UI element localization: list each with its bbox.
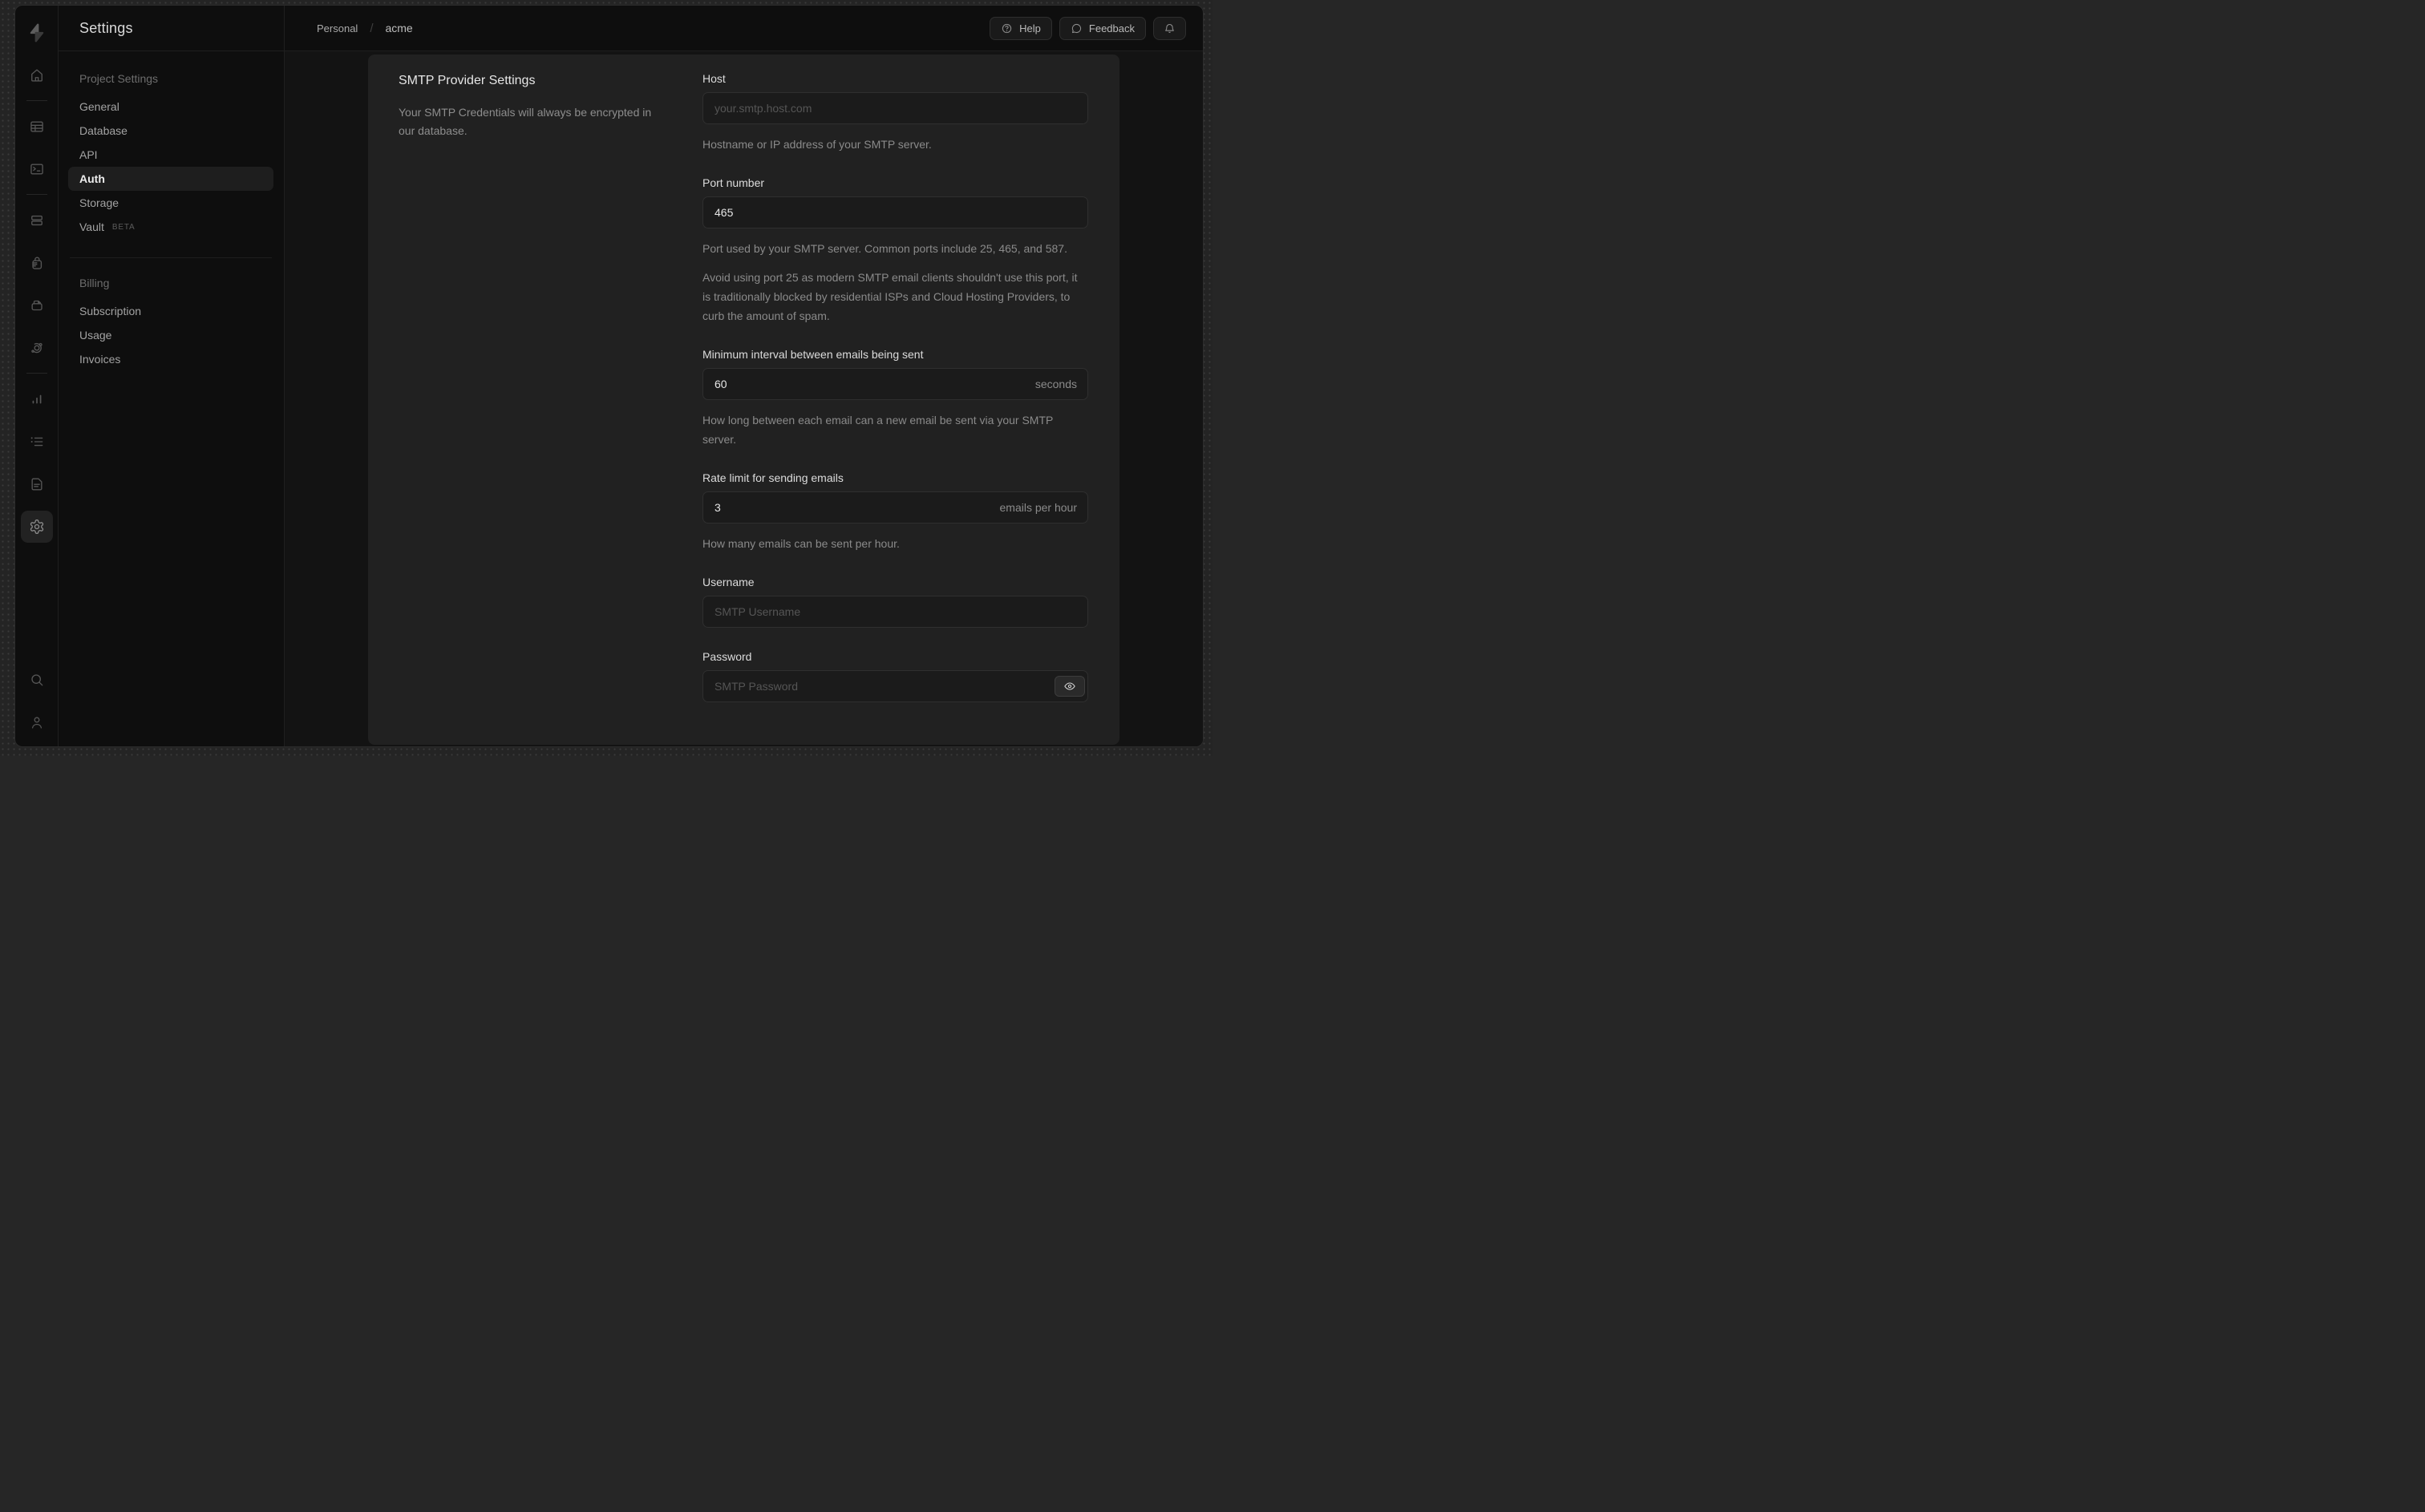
feedback-bubble-icon xyxy=(1071,23,1081,33)
menu-section-billing: Billing xyxy=(79,277,110,289)
desktop-background: Settings Project Settings General Databa… xyxy=(0,0,1212,756)
port-help: Port used by your SMTP server. Common po… xyxy=(702,242,1067,255)
password-input[interactable] xyxy=(702,670,1088,702)
app-window: Settings Project Settings General Databa… xyxy=(14,5,1204,747)
menu-divider xyxy=(70,257,272,258)
rail-divider xyxy=(26,100,47,101)
smtp-section-description: Your SMTP Credentials will always be enc… xyxy=(399,106,652,137)
topbar-actions: Help Feedback xyxy=(990,16,1186,40)
username-field-group: Username xyxy=(702,576,1088,628)
port-input[interactable] xyxy=(702,196,1088,228)
help-circle-icon xyxy=(1002,23,1012,33)
rate-limit-label: Rate limit for sending emails xyxy=(702,471,844,484)
page-title: Settings xyxy=(79,19,133,36)
breadcrumb: Personal / acme xyxy=(317,22,413,35)
sidebar-item-general[interactable]: General xyxy=(68,95,273,119)
rail-divider xyxy=(26,373,47,374)
project-settings-icon[interactable] xyxy=(20,511,53,543)
account-icon[interactable] xyxy=(21,706,53,738)
logs-icon[interactable] xyxy=(21,426,53,458)
sidebar-item-subscription[interactable]: Subscription xyxy=(68,299,273,323)
breadcrumb-separator: / xyxy=(370,21,374,35)
smtp-section-title: SMTP Provider Settings xyxy=(399,74,536,87)
rate-limit-field-group: Rate limit for sending emails emails per… xyxy=(702,471,1088,553)
host-input[interactable] xyxy=(702,92,1088,124)
rate-limit-help: How many emails can be sent per hour. xyxy=(702,537,900,550)
password-field-group: Password xyxy=(702,650,1088,702)
port-label: Port number xyxy=(702,176,765,189)
breadcrumb-org[interactable]: Personal xyxy=(317,22,358,34)
sidebar-item-storage[interactable]: Storage xyxy=(68,191,273,215)
username-label: Username xyxy=(702,576,755,588)
notifications-button[interactable] xyxy=(1153,16,1186,40)
settings-menu-list: Project Settings General Database API Au… xyxy=(59,51,284,371)
sidebar-item-api[interactable]: API xyxy=(68,143,273,167)
settings-sidebar-header: Settings xyxy=(59,6,284,51)
authentication-icon[interactable] xyxy=(21,247,53,279)
sidebar-item-usage[interactable]: Usage xyxy=(68,323,273,347)
database-icon[interactable] xyxy=(21,204,53,237)
sidebar-item-auth[interactable]: Auth xyxy=(68,167,273,191)
host-label: Host xyxy=(702,72,726,85)
content-area: SMTP Provider Settings Your SMTP Credent… xyxy=(285,51,1203,746)
smtp-settings-card: SMTP Provider Settings Your SMTP Credent… xyxy=(368,55,1119,745)
menu-section-project-settings: Project Settings xyxy=(79,72,159,85)
supabase-logo[interactable] xyxy=(21,17,53,49)
reports-icon[interactable] xyxy=(21,383,53,415)
sidebar-item-database[interactable]: Database xyxy=(68,119,273,143)
supabase-bolt-icon xyxy=(30,23,43,42)
rail-divider xyxy=(26,194,47,195)
search-icon[interactable] xyxy=(21,664,53,696)
breadcrumb-project[interactable]: acme xyxy=(385,22,412,34)
edge-functions-icon[interactable] xyxy=(21,332,53,364)
password-label: Password xyxy=(702,650,752,663)
reveal-password-button[interactable] xyxy=(1055,676,1085,697)
interval-input[interactable] xyxy=(702,368,1088,400)
sidebar-item-invoices[interactable]: Invoices xyxy=(68,347,273,371)
username-input[interactable] xyxy=(702,596,1088,628)
sql-editor-icon[interactable] xyxy=(21,153,53,185)
nav-rail xyxy=(15,6,59,746)
rate-limit-input[interactable] xyxy=(702,491,1088,524)
interval-field-group: Minimum interval between emails being se… xyxy=(702,348,1088,449)
port-field-group: Port number Port used by your SMTP serve… xyxy=(702,176,1088,325)
storage-icon[interactable] xyxy=(21,289,53,321)
main-column: Personal / acme Help Feedback SMTP Provi… xyxy=(285,6,1203,746)
help-button[interactable]: Help xyxy=(990,16,1052,40)
table-editor-icon[interactable] xyxy=(21,111,53,143)
settings-sidebar: Settings Project Settings General Databa… xyxy=(59,6,285,746)
interval-label: Minimum interval between emails being se… xyxy=(702,348,924,361)
bell-icon xyxy=(1165,23,1174,33)
home-icon[interactable] xyxy=(21,59,53,91)
host-field-group: Host Hostname or IP address of your SMTP… xyxy=(702,72,1088,154)
port-warning: Avoid using port 25 as modern SMTP email… xyxy=(702,271,1078,322)
feedback-button[interactable]: Feedback xyxy=(1059,16,1146,40)
beta-badge: BETA xyxy=(111,222,136,232)
eye-icon xyxy=(1064,682,1075,690)
sidebar-item-vault[interactable]: Vault BETA xyxy=(68,215,273,239)
interval-help: How long between each email can a new em… xyxy=(702,414,1054,446)
top-bar: Personal / acme Help Feedback xyxy=(285,6,1203,51)
api-docs-icon[interactable] xyxy=(21,468,53,500)
smtp-form: Host Hostname or IP address of your SMTP… xyxy=(702,55,1119,745)
host-help: Hostname or IP address of your SMTP serv… xyxy=(702,138,932,151)
smtp-section-intro: SMTP Provider Settings Your SMTP Credent… xyxy=(368,55,702,745)
